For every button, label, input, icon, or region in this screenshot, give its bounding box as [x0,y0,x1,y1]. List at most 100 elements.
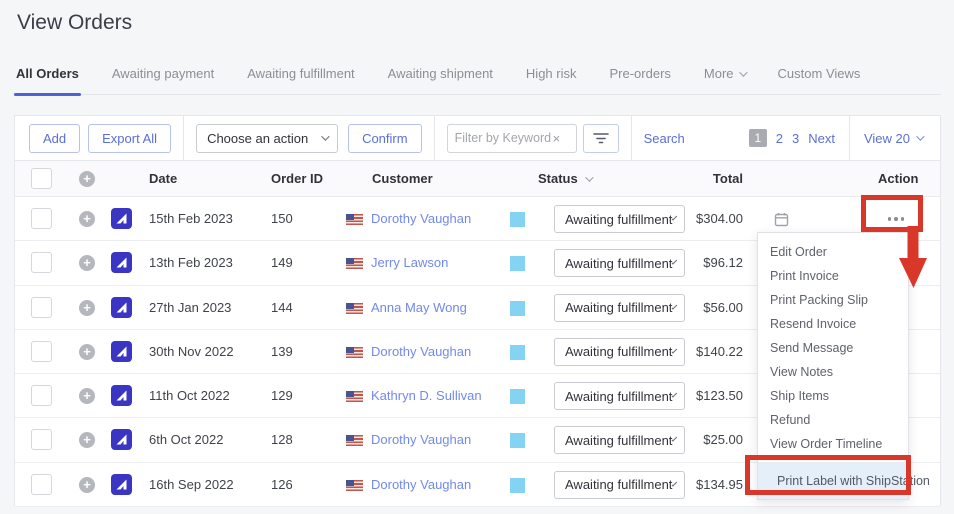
tab[interactable]: Pre-orders [610,66,671,94]
column-header-customer[interactable]: Customer [372,161,433,197]
row-checkbox[interactable] [31,473,52,495]
expand-row-icon[interactable]: + [79,343,95,360]
order-date: 13th Feb 2023 [149,255,233,271]
sales-channel-icon [111,340,132,362]
pagination-page-link[interactable]: 2 [776,131,783,146]
tab-label: Awaiting fulfillment [247,66,355,81]
column-header-order-id[interactable]: Order ID [271,161,323,197]
tab-label: High risk [525,66,577,81]
order-total: $123.50 [696,388,743,404]
calendar-icon[interactable] [774,212,789,232]
bulk-action-select[interactable]: Choose an action [196,123,339,153]
pagination-pages: 23 [776,131,799,146]
filter-group: × [446,123,619,153]
tab[interactable]: Awaiting fulfillment [247,66,354,94]
tab-label: Awaiting payment [111,66,215,81]
select-all-checkbox[interactable] [31,168,52,189]
tab[interactable]: All Orders [14,66,81,96]
order-id: 149 [271,255,293,271]
tab[interactable]: Awaiting shipment [388,66,493,94]
order-date: 11th Oct 2022 [149,388,230,404]
order-total: $56.00 [703,299,743,315]
customer-link[interactable]: Jerry Lawson [371,241,448,285]
customer-link[interactable]: Dorothy Vaughan [371,197,471,241]
chevron-down-icon [584,173,594,182]
row-checkbox[interactable] [31,429,52,451]
customer-link[interactable]: Anna May Wong [371,286,467,330]
order-total: $304.00 [696,211,743,226]
chevron-down-icon [916,132,925,141]
menu-item[interactable]: Ship Items [758,384,908,408]
menu-item[interactable]: Resend Invoice [758,312,908,336]
customer-link[interactable]: Dorothy Vaughan [371,463,471,507]
column-header-status[interactable]: Status [538,161,594,197]
tab[interactable]: High risk [526,66,577,94]
menu-item[interactable]: Refund [758,408,908,432]
add-button[interactable]: Add [29,123,81,153]
expand-row-icon[interactable]: + [79,299,95,316]
menu-item[interactable]: Send Message [758,336,908,360]
pagination: 1 23 Next [748,129,835,147]
annotation-box-print-label [745,455,911,495]
status-color-swatch [510,477,525,493]
sales-channel-icon [111,252,132,274]
us-flag-icon [346,346,363,358]
row-checkbox[interactable] [31,252,52,274]
menu-item[interactable]: View Order Timeline [758,432,908,456]
us-flag-icon [346,214,363,225]
status-color-swatch [510,389,525,405]
sales-channel-icon [111,208,132,229]
order-id: 129 [271,388,293,404]
order-total: $25.00 [703,432,743,448]
order-date: 6th Oct 2022 [149,432,224,448]
status-color-swatch [510,300,525,316]
row-checkbox[interactable] [31,208,52,229]
expand-row-icon[interactable]: + [79,432,95,449]
pagination-page-link[interactable]: 3 [792,131,799,146]
us-flag-icon [346,258,363,270]
sales-channel-icon [111,473,132,495]
expand-row-icon[interactable]: + [79,388,95,405]
column-header-date[interactable]: Date [149,161,177,197]
expand-row-icon[interactable]: + [79,211,95,227]
order-id: 139 [271,343,293,359]
pagination-current-page: 1 [748,129,767,147]
search-link[interactable]: Search [644,131,685,146]
column-header-action: Action [878,171,919,186]
menu-item[interactable]: View Notes [758,360,908,384]
expand-row-icon[interactable]: + [79,255,95,272]
row-checkbox[interactable] [31,296,52,318]
order-total: $96.12 [703,255,743,271]
clear-filter-icon[interactable]: × [553,131,561,146]
tab-label: All Orders [16,66,79,81]
tab[interactable]: Custom Views [778,66,861,94]
tab[interactable]: More [704,66,748,94]
customer-link[interactable]: Dorothy Vaughan [371,330,471,374]
expand-all-icon[interactable]: + [79,171,95,187]
advanced-filter-button[interactable] [582,123,619,153]
row-checkbox[interactable] [31,340,52,362]
expand-row-icon[interactable]: + [79,476,95,493]
order-date: 27th Jan 2023 [149,299,232,315]
filter-input-box: × [446,123,577,153]
customer-link[interactable]: Dorothy Vaughan [371,418,471,462]
customer-link[interactable]: Kathryn D. Sullivan [371,374,482,418]
column-header-total[interactable]: Total [635,161,743,197]
us-flag-icon [346,302,363,314]
toolbar-divider [848,115,850,161]
order-id: 150 [271,211,293,226]
filter-keyword-input[interactable] [454,131,551,145]
sales-channel-icon [111,385,132,407]
table-header: + Date Order ID Customer Status Total Ac… [15,161,940,197]
order-date: 30th Nov 2022 [149,343,234,359]
sales-channel-icon [111,429,132,451]
filter-icon [592,133,609,144]
page-size-select[interactable]: View 20 [864,131,925,146]
confirm-button[interactable]: Confirm [348,123,422,153]
status-color-swatch [510,256,525,272]
tab[interactable]: Awaiting payment [112,66,214,94]
pagination-next-link[interactable]: Next [808,131,835,146]
us-flag-icon [346,391,363,403]
export-all-button[interactable]: Export All [88,123,172,153]
row-checkbox[interactable] [31,385,52,407]
